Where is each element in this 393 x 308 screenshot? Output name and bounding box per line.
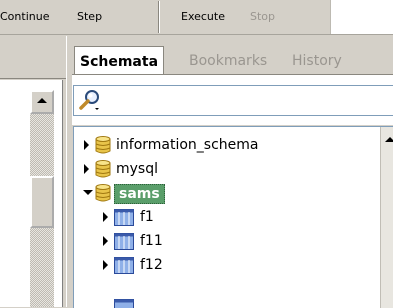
tree-item-next[interactable] [74,277,374,308]
database-icon [95,136,111,154]
tree-item-sams[interactable]: sams [74,181,374,205]
execute-button[interactable]: Execute [181,0,225,34]
expand-arrow-icon[interactable] [103,212,108,222]
tree-item-information-schema[interactable]: information_schema [74,133,374,157]
magnifier-icon [79,89,101,111]
tree-item-label: f11 [140,232,163,250]
expand-arrow-icon[interactable] [84,140,89,150]
database-icon [95,184,111,202]
tree-item-label: information_schema [116,136,259,154]
table-icon [114,233,134,250]
tab-history[interactable]: History [292,46,342,74]
tab-schemata[interactable]: Schemata [74,46,164,75]
tab-bookmarks[interactable]: Bookmarks [189,46,267,74]
schema-tree: information_schema mysql sams f [73,126,393,308]
sidebar-tabs: Schemata Bookmarks History [72,46,393,74]
tree-item-label: f12 [140,256,163,274]
table-icon [114,257,134,274]
left-pane-header [0,54,66,79]
tree-item-label: mysql [116,160,158,178]
toolbar-divider [0,34,393,35]
toolbar-corner [330,0,393,34]
arrow-up-icon[interactable] [385,137,393,142]
left-scrollbar-thumb[interactable] [30,176,54,228]
tree-item-label: f1 [140,208,154,226]
tree-item-label: sams [114,184,165,204]
tree-item-mysql[interactable]: mysql [74,157,374,181]
schema-search-input[interactable] [73,85,393,116]
arrow-up-icon [37,98,47,103]
table-icon [114,209,134,226]
step-button[interactable]: Step [77,0,102,34]
tree-item-f11[interactable]: f11 [74,229,374,253]
tree-scrollbar[interactable] [380,127,393,308]
collapse-arrow-icon[interactable] [83,190,93,195]
left-scroll-up-button[interactable] [30,90,54,114]
toolbar-separator [158,1,159,33]
expand-arrow-icon[interactable] [103,260,108,270]
tree-item-f1[interactable]: f1 [74,205,374,229]
query-toolbar: Continue Step Execute Stop [0,0,393,34]
tree-item-f12[interactable]: f12 [74,253,374,277]
expand-arrow-icon[interactable] [84,164,89,174]
database-icon [95,160,111,178]
expand-arrow-icon[interactable] [103,236,108,246]
continue-button[interactable]: Continue [0,0,49,34]
stop-button[interactable]: Stop [250,0,275,34]
